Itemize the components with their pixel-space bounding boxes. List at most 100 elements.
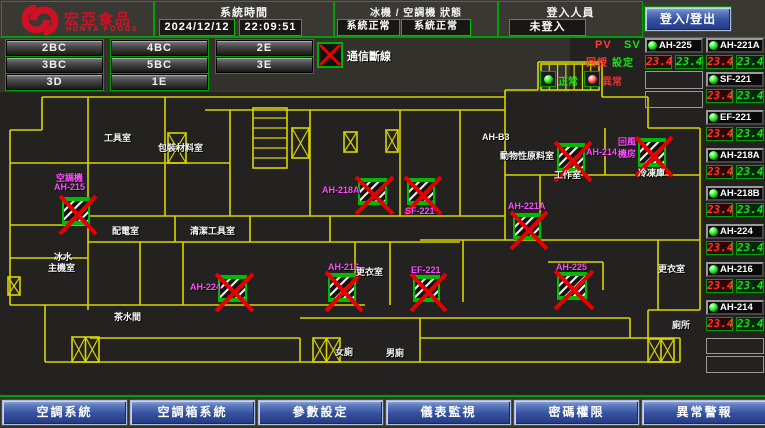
unit-icon-comm-lost[interactable] xyxy=(557,272,587,300)
legend-abnormal-led xyxy=(584,71,600,87)
unit-button-ah-221a[interactable]: AH-221A xyxy=(706,38,764,53)
room-label: 主機室 xyxy=(48,261,75,274)
room-label: 工作室 xyxy=(554,168,581,181)
unit-icon-comm-lost[interactable] xyxy=(513,213,541,240)
room-label: 男廁 xyxy=(386,346,404,359)
sv-subheader: 設定 xyxy=(612,54,634,69)
unit-status-led xyxy=(709,227,718,236)
empty-unit-slot xyxy=(706,338,764,354)
unit-button-ah-218a[interactable]: AH-218A xyxy=(706,148,764,163)
unit-icon-comm-lost[interactable] xyxy=(358,178,387,205)
empty-unit-slot xyxy=(706,356,764,373)
equipment-tag: AH-218A xyxy=(322,185,360,195)
nav-button-1[interactable]: 空調系統 xyxy=(2,400,127,425)
unit-sv-value: 23.4 xyxy=(736,203,764,217)
floor-button-3e[interactable]: 3E xyxy=(216,57,313,73)
unit-name-label: AH-225 xyxy=(659,40,692,51)
unit-status-led xyxy=(709,41,718,50)
login-logout-button[interactable]: 登入/登出 xyxy=(645,7,731,31)
sv-header: SV xyxy=(624,39,641,51)
unit-button-sf-221[interactable]: SF-221 xyxy=(706,72,764,87)
unit-icon-comm-lost[interactable] xyxy=(218,275,247,302)
room-label: 包裝材料室 xyxy=(158,141,203,154)
unit-status-led xyxy=(709,113,718,122)
nav-button-3[interactable]: 參數設定 xyxy=(258,400,383,425)
nav-button-2[interactable]: 空調箱系統 xyxy=(130,400,255,425)
unit-pv-value: 23.4 xyxy=(706,203,733,217)
unit-status-led xyxy=(709,265,718,274)
comm-loss-icon xyxy=(317,42,343,68)
floor-button-1e[interactable]: 1E xyxy=(111,74,208,90)
room-label: 廁所 xyxy=(672,318,690,331)
unit-button-ah-224[interactable]: AH-224 xyxy=(706,224,764,239)
unit-name-label: AH-218B xyxy=(720,188,760,199)
unit-pv-value: 23.4 xyxy=(706,317,733,331)
legend-normal-label: 正常 xyxy=(558,73,578,88)
floor-button-4bc[interactable]: 4BC xyxy=(111,40,208,56)
unit-sv-value: 23.4 xyxy=(675,55,703,69)
room-label: 動物性原料室 xyxy=(500,149,554,162)
legend-abnormal-label: 異常 xyxy=(602,73,622,88)
pv-subheader: 回授 xyxy=(586,54,608,69)
unit-name-label: EF-221 xyxy=(720,112,751,123)
equipment-tag: AH-224 xyxy=(190,282,221,292)
unit-name-label: AH-224 xyxy=(720,226,753,237)
unit-icon-comm-lost[interactable] xyxy=(62,197,90,225)
equipment-tag: 機房 xyxy=(618,147,636,160)
legend-normal-led xyxy=(540,71,556,87)
equipment-tag: EF-221 xyxy=(411,265,441,275)
empty-unit-slot xyxy=(645,71,703,89)
unit-sv-value: 23.4 xyxy=(736,55,764,69)
unit-status-led xyxy=(709,151,718,160)
unit-status-led xyxy=(709,303,718,312)
room-label: 配電室 xyxy=(112,224,139,237)
unit-button-ah-218b[interactable]: AH-218B xyxy=(706,186,764,201)
nav-button-5[interactable]: 密碼權限 xyxy=(514,400,639,425)
room-label: 更衣室 xyxy=(356,265,383,278)
login-user-value: 未登入 xyxy=(509,19,586,36)
date-display: 2024/12/12 xyxy=(159,19,235,36)
floor-button-3d[interactable]: 3D xyxy=(6,74,103,90)
equipment-tag: AH-216 xyxy=(328,262,359,272)
floor-button-2bc[interactable]: 2BC xyxy=(6,40,103,56)
floor-button-5bc[interactable]: 5BC xyxy=(111,57,208,73)
room-label: 工具室 xyxy=(104,131,131,144)
floor-button-2e[interactable]: 2E xyxy=(216,40,313,56)
room-label: 更衣室 xyxy=(658,262,685,275)
room-label: 女廁 xyxy=(335,345,353,358)
unit-button-ah-225[interactable]: AH-225 xyxy=(645,38,703,53)
nav-button-6[interactable]: 異常警報 xyxy=(642,400,765,425)
chiller-status: 系統正常 xyxy=(337,19,400,36)
unit-sv-value: 23.4 xyxy=(736,165,764,179)
unit-name-label: AH-216 xyxy=(720,264,753,275)
unit-button-ah-214[interactable]: AH-214 xyxy=(706,300,764,315)
time-display: 22:09:51 xyxy=(239,19,302,36)
unit-pv-value: 23.4 xyxy=(706,241,733,255)
unit-name-label: AH-214 xyxy=(720,302,753,313)
unit-pv-value: 23.4 xyxy=(706,279,733,293)
unit-status-led xyxy=(648,41,657,50)
unit-pv-value: 23.4 xyxy=(706,55,733,69)
unit-button-ef-221[interactable]: EF-221 xyxy=(706,110,764,125)
unit-sv-value: 23.4 xyxy=(736,317,764,331)
equipment-tag: SF-221 xyxy=(405,206,435,216)
equipment-tag: AH-221A xyxy=(508,201,546,211)
unit-icon-comm-lost[interactable] xyxy=(328,273,356,302)
comm-loss-label: 通信斷線 xyxy=(347,48,391,64)
room-label: 茶水間 xyxy=(114,310,141,323)
unit-pv-value: 23.4 xyxy=(706,89,733,103)
unit-button-ah-216[interactable]: AH-216 xyxy=(706,262,764,277)
nav-button-4[interactable]: 儀表監視 xyxy=(386,400,511,425)
unit-sv-value: 23.4 xyxy=(736,241,764,255)
unit-sv-value: 23.4 xyxy=(736,89,764,103)
unit-pv-value: 23.4 xyxy=(645,55,672,69)
room-label: 冷凍庫 xyxy=(638,166,665,179)
unit-icon-comm-lost[interactable] xyxy=(413,275,440,302)
ahu-status: 系統正常 xyxy=(401,19,471,36)
floor-button-3bc[interactable]: 3BC xyxy=(6,57,103,73)
unit-name-label: SF-221 xyxy=(720,74,751,85)
unit-name-label: AH-218A xyxy=(720,150,760,161)
unit-icon-comm-lost[interactable] xyxy=(407,178,435,205)
unit-icon-comm-lost[interactable] xyxy=(638,138,666,167)
unit-pv-value: 23.4 xyxy=(706,127,733,141)
